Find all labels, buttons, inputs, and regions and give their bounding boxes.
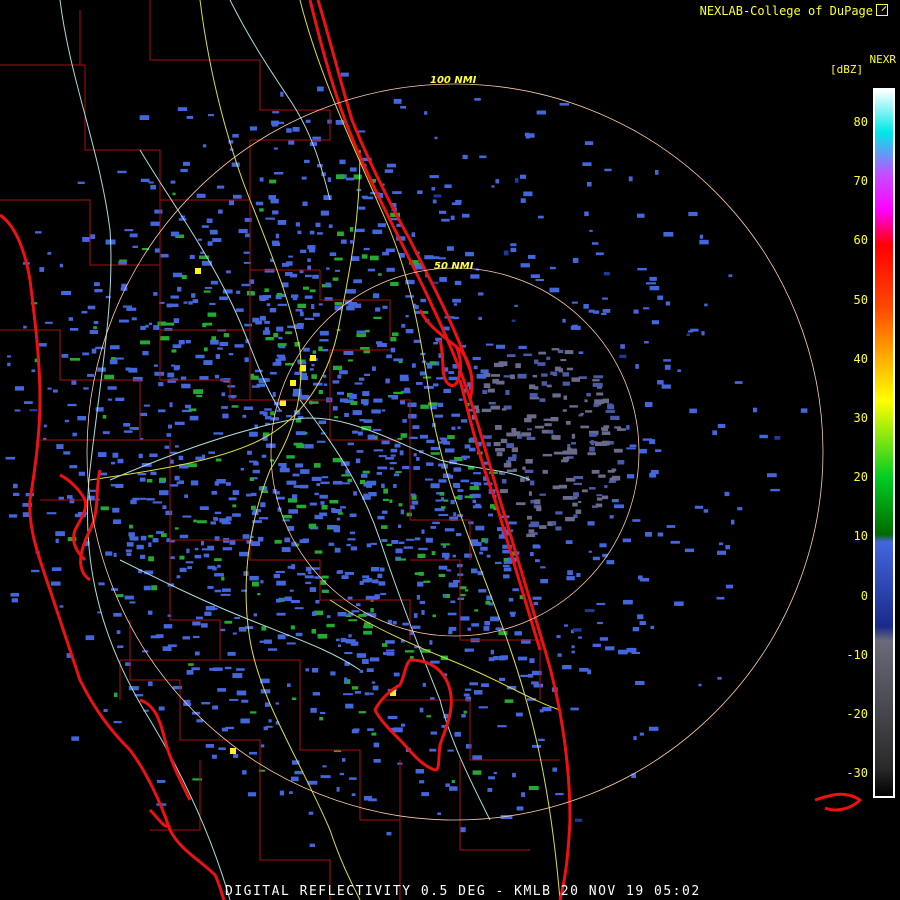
product-label: NEXR	[869, 53, 897, 66]
credit-label: NEXLAB-College of DuPage	[699, 4, 873, 18]
unit-label: [dBZ]	[830, 63, 864, 76]
color-scale-bar	[873, 88, 895, 798]
credit-text: NEXLAB-College of DuPage	[700, 4, 888, 18]
coastline	[0, 0, 862, 900]
scale-tick-label: 40	[853, 351, 868, 366]
county-boundaries	[0, 0, 560, 900]
ring-label-50: 50 NMI	[434, 261, 474, 272]
scale-tick-label: 0	[860, 588, 868, 603]
scale-tick-label: -10	[846, 647, 868, 662]
scale-tick-label: 60	[853, 233, 868, 248]
scale-tick-label: 30	[853, 411, 868, 425]
product-title: DIGITAL REFLECTIVITY 0.5 DEG - KMLB 20 N…	[225, 884, 701, 899]
scale-tick-label: 50	[853, 292, 868, 307]
scale-tick-label: 20	[853, 470, 868, 485]
scale-tick-label: -30	[846, 766, 868, 781]
scale-tick-label: 80	[853, 115, 868, 129]
scale-tick-label: 10	[853, 529, 868, 544]
ring-label-100: 100 NMI	[430, 75, 477, 86]
external-link-icon[interactable]	[876, 4, 888, 16]
scale-tick-label: 70	[853, 174, 868, 189]
radar-map	[0, 0, 862, 900]
reflectivity-echoes	[5, 72, 808, 847]
scale-tick-label: -20	[846, 707, 868, 721]
